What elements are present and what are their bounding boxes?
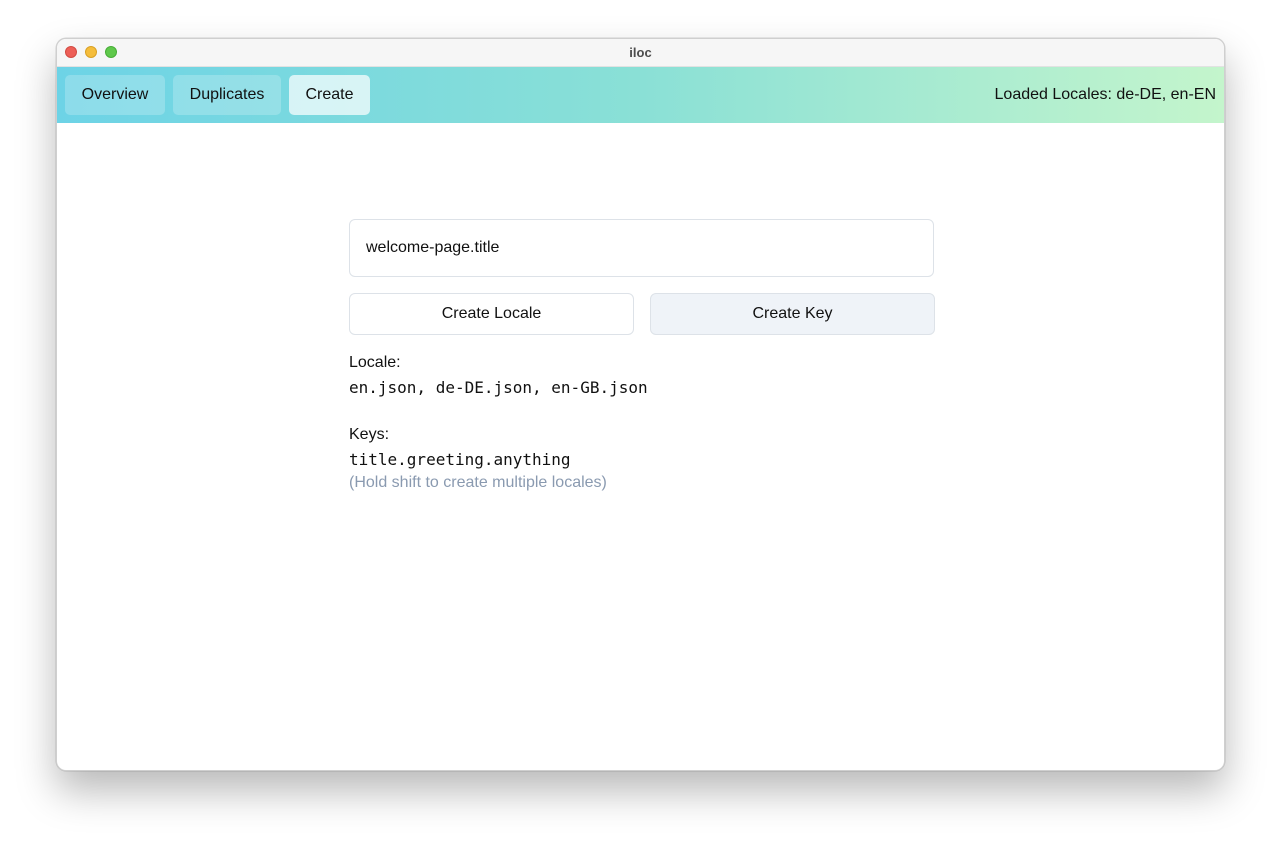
app-window: iloc Overview Duplicates Create Loaded L… bbox=[56, 38, 1225, 771]
key-input[interactable] bbox=[349, 219, 934, 277]
title-bar[interactable]: iloc bbox=[57, 39, 1224, 67]
locale-label: Locale: bbox=[349, 354, 401, 371]
nav-duplicates-button[interactable]: Duplicates bbox=[173, 75, 281, 115]
shift-hint: (Hold shift to create multiple locales) bbox=[349, 474, 607, 491]
nav-overview-button[interactable]: Overview bbox=[65, 75, 165, 115]
create-key-button[interactable]: Create Key bbox=[650, 293, 935, 335]
locale-values: en.json, de-DE.json, en-GB.json bbox=[349, 378, 648, 397]
window-title: iloc bbox=[629, 45, 652, 60]
create-locale-button[interactable]: Create Locale bbox=[349, 293, 634, 335]
loaded-locales-status: Loaded Locales: de-DE, en-EN bbox=[994, 86, 1216, 103]
keys-values: title.greeting.anything bbox=[349, 450, 571, 469]
top-navbar: Overview Duplicates Create Loaded Locale… bbox=[57, 67, 1224, 123]
nav-create-button[interactable]: Create bbox=[289, 75, 370, 115]
keys-label: Keys: bbox=[349, 426, 390, 443]
